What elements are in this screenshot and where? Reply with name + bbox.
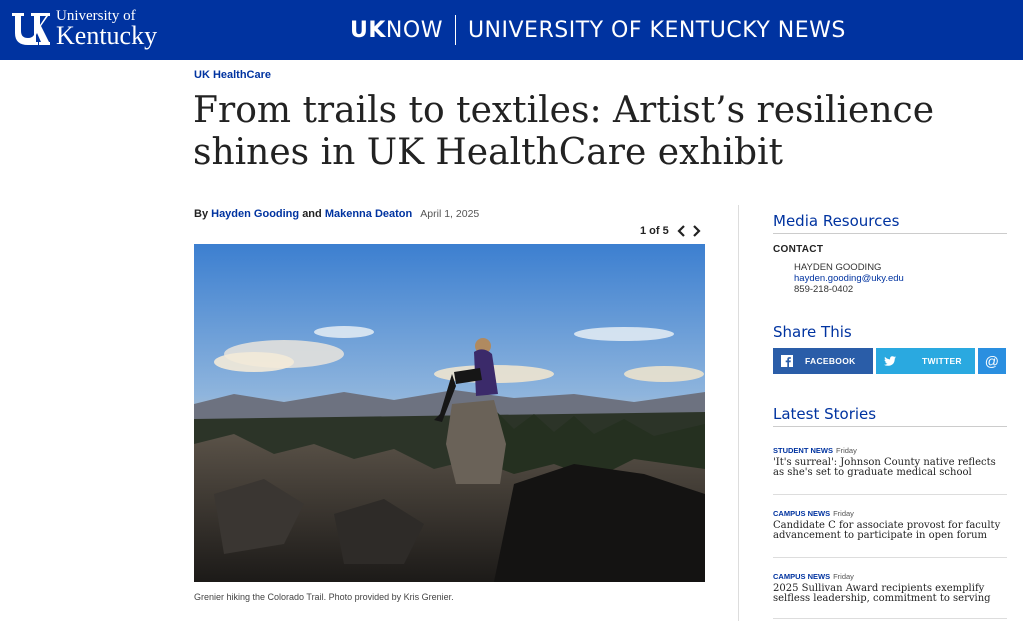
byline-and: and: [302, 208, 322, 220]
share-email-button[interactable]: @: [978, 348, 1006, 374]
share-twitter-label: TWITTER: [922, 356, 962, 366]
latest-story-item[interactable]: STUDENT NEWS Friday 'It's surreal': Johns…: [773, 446, 1007, 478]
chevron-left-icon[interactable]: [675, 224, 689, 238]
gallery-counter: 1 of 5: [640, 225, 669, 237]
story-divider: [773, 618, 1007, 619]
story-title[interactable]: 2025 Sullivan Award recipients exemplify…: [773, 584, 1007, 604]
byline: By Hayden Gooding and Makenna Deaton Apr…: [194, 208, 479, 220]
article-photo[interactable]: [194, 244, 705, 582]
story-divider: [773, 557, 1007, 558]
byline-prefix: By: [194, 208, 209, 220]
story-day: Friday: [836, 446, 857, 455]
share-twitter-button[interactable]: TWITTER: [876, 348, 975, 374]
story-title[interactable]: 'It's surreal': Johnson County native re…: [773, 458, 1007, 478]
share-facebook-label: FACEBOOK: [805, 356, 856, 366]
latest-stories-heading: Latest Stories: [773, 405, 1007, 427]
brand-uk: UK: [350, 17, 386, 43]
media-resources-heading: Media Resources: [773, 212, 1007, 234]
brand-subtitle: UNIVERSITY OF KENTUCKY NEWS: [467, 17, 846, 43]
contact-phone: 859-218-0402: [794, 284, 854, 295]
email-at-icon: @: [984, 353, 1000, 369]
latest-story-item[interactable]: CAMPUS NEWS Friday 2025 Sullivan Award re…: [773, 572, 1007, 604]
author-link-1[interactable]: Hayden Gooding: [211, 208, 299, 220]
site-header: University of Kentucky UK NOW UNIVERSITY …: [0, 0, 1023, 60]
article-date: April 1, 2025: [420, 208, 480, 220]
title-divider: [454, 15, 456, 45]
story-tag[interactable]: CAMPUS NEWS: [773, 572, 830, 581]
site-title[interactable]: UK NOW UNIVERSITY OF KENTUCKY NEWS: [350, 14, 846, 46]
contact-label: CONTACT: [773, 244, 824, 255]
story-tag[interactable]: CAMPUS NEWS: [773, 509, 830, 518]
share-facebook-button[interactable]: FACEBOOK: [773, 348, 873, 374]
story-day: Friday: [833, 572, 854, 581]
share-heading: Share This: [773, 323, 852, 341]
author-link-2[interactable]: Makenna Deaton: [325, 208, 412, 220]
contact-info: HAYDEN GOODING hayden.gooding@uky.edu 85…: [794, 262, 904, 295]
article-headline: From trails to textiles: Artist’s resili…: [193, 90, 935, 173]
photo-caption: Grenier hiking the Colorado Trail. Photo…: [194, 592, 454, 602]
brand-now: NOW: [385, 17, 443, 43]
column-divider: [738, 205, 739, 621]
chevron-right-icon[interactable]: [689, 224, 703, 238]
latest-story-item[interactable]: CAMPUS NEWS Friday Candidate C for associ…: [773, 509, 1007, 541]
uk-logo-icon: [10, 11, 50, 47]
article-category-link[interactable]: UK HealthCare: [194, 69, 271, 81]
facebook-icon: [781, 355, 793, 367]
contact-email-link[interactable]: hayden.gooding@uky.edu: [794, 273, 904, 284]
logo-text-line2: Kentucky: [56, 21, 158, 50]
university-logo[interactable]: University of Kentucky: [10, 9, 157, 49]
story-day: Friday: [833, 509, 854, 518]
story-title[interactable]: Candidate C for associate provost for fa…: [773, 521, 1007, 541]
contact-name: HAYDEN GOODING: [794, 262, 882, 273]
story-tag[interactable]: STUDENT NEWS: [773, 446, 833, 455]
story-divider: [773, 494, 1007, 495]
share-buttons: FACEBOOK TWITTER @: [773, 348, 1006, 374]
twitter-bird-icon: [884, 355, 896, 367]
gallery-pager: 1 of 5: [640, 224, 703, 238]
